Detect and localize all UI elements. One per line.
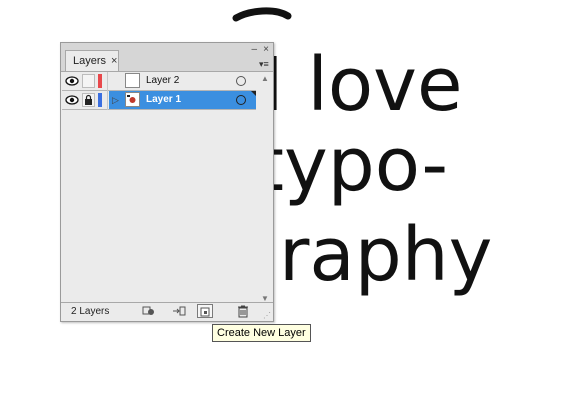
layer-count: 2 Layers: [71, 306, 110, 317]
layers-list: Layer 2 ▷ Layer 1: [62, 72, 256, 305]
artwork-line-1: I love: [262, 42, 463, 128]
make-clipping-mask-button[interactable]: [171, 304, 187, 318]
layer-color-swatch: [98, 74, 102, 88]
layer-color-swatch: [98, 93, 102, 107]
clipping-mask-icon: [173, 306, 186, 316]
tab-label: Layers: [73, 55, 107, 67]
layer-name[interactable]: Layer 1: [146, 94, 181, 105]
target-icon[interactable]: [236, 95, 246, 105]
layer-thumbnail: [125, 73, 140, 88]
create-new-sublayer-button[interactable]: [197, 304, 213, 318]
layer-name-area[interactable]: ▷ Layer 1: [109, 91, 256, 109]
lock-toggle[interactable]: [82, 74, 95, 88]
locate-object-icon: [142, 306, 154, 315]
lock-toggle[interactable]: [82, 93, 95, 107]
divider: [107, 72, 108, 91]
delete-layer-button[interactable]: [235, 304, 251, 318]
scroll-up-icon[interactable]: ▲: [261, 74, 269, 83]
panel-menu-icon[interactable]: ▾≡: [259, 59, 271, 69]
minimize-button[interactable]: –: [251, 44, 257, 55]
layer-thumbnail: [125, 92, 140, 107]
selection-indicator-icon: [251, 91, 256, 96]
scrollbar[interactable]: ▲ ▼: [258, 72, 272, 305]
resize-grip-icon[interactable]: ⋰: [263, 311, 271, 320]
layer-row-layer-2[interactable]: Layer 2: [62, 72, 256, 91]
tab-close-icon[interactable]: ×: [111, 55, 117, 67]
thumbnail-art-icon: [127, 95, 136, 103]
layer-name-area[interactable]: Layer 2: [109, 72, 256, 90]
tooltip: Create New Layer: [212, 324, 311, 342]
divider: [107, 91, 108, 110]
expand-triangle-icon[interactable]: ▷: [112, 95, 119, 106]
tab-layers[interactable]: Layers ×: [65, 50, 119, 71]
layer-row-layer-1[interactable]: ▷ Layer 1: [62, 91, 256, 110]
target-icon[interactable]: [236, 76, 246, 86]
layers-panel: – × Layers × ▾≡ Layer 2 ▷ Layer 1 ▲ ▼ 2 …: [60, 42, 274, 322]
lock-icon: [85, 94, 92, 105]
panel-close-button[interactable]: ×: [263, 44, 269, 55]
eye-icon[interactable]: [65, 75, 79, 87]
swash-top: [232, 7, 292, 22]
layer-name[interactable]: Layer 2: [146, 75, 179, 86]
eye-icon[interactable]: [65, 94, 79, 106]
panel-footer: 2 Layers ⋰: [61, 302, 273, 321]
panel-header: – × Layers × ▾≡: [61, 43, 273, 72]
new-sublayer-icon: [200, 307, 210, 317]
locate-object-button[interactable]: [141, 304, 157, 318]
trash-icon: [238, 305, 248, 318]
artwork-line-2: typo-: [255, 122, 448, 208]
